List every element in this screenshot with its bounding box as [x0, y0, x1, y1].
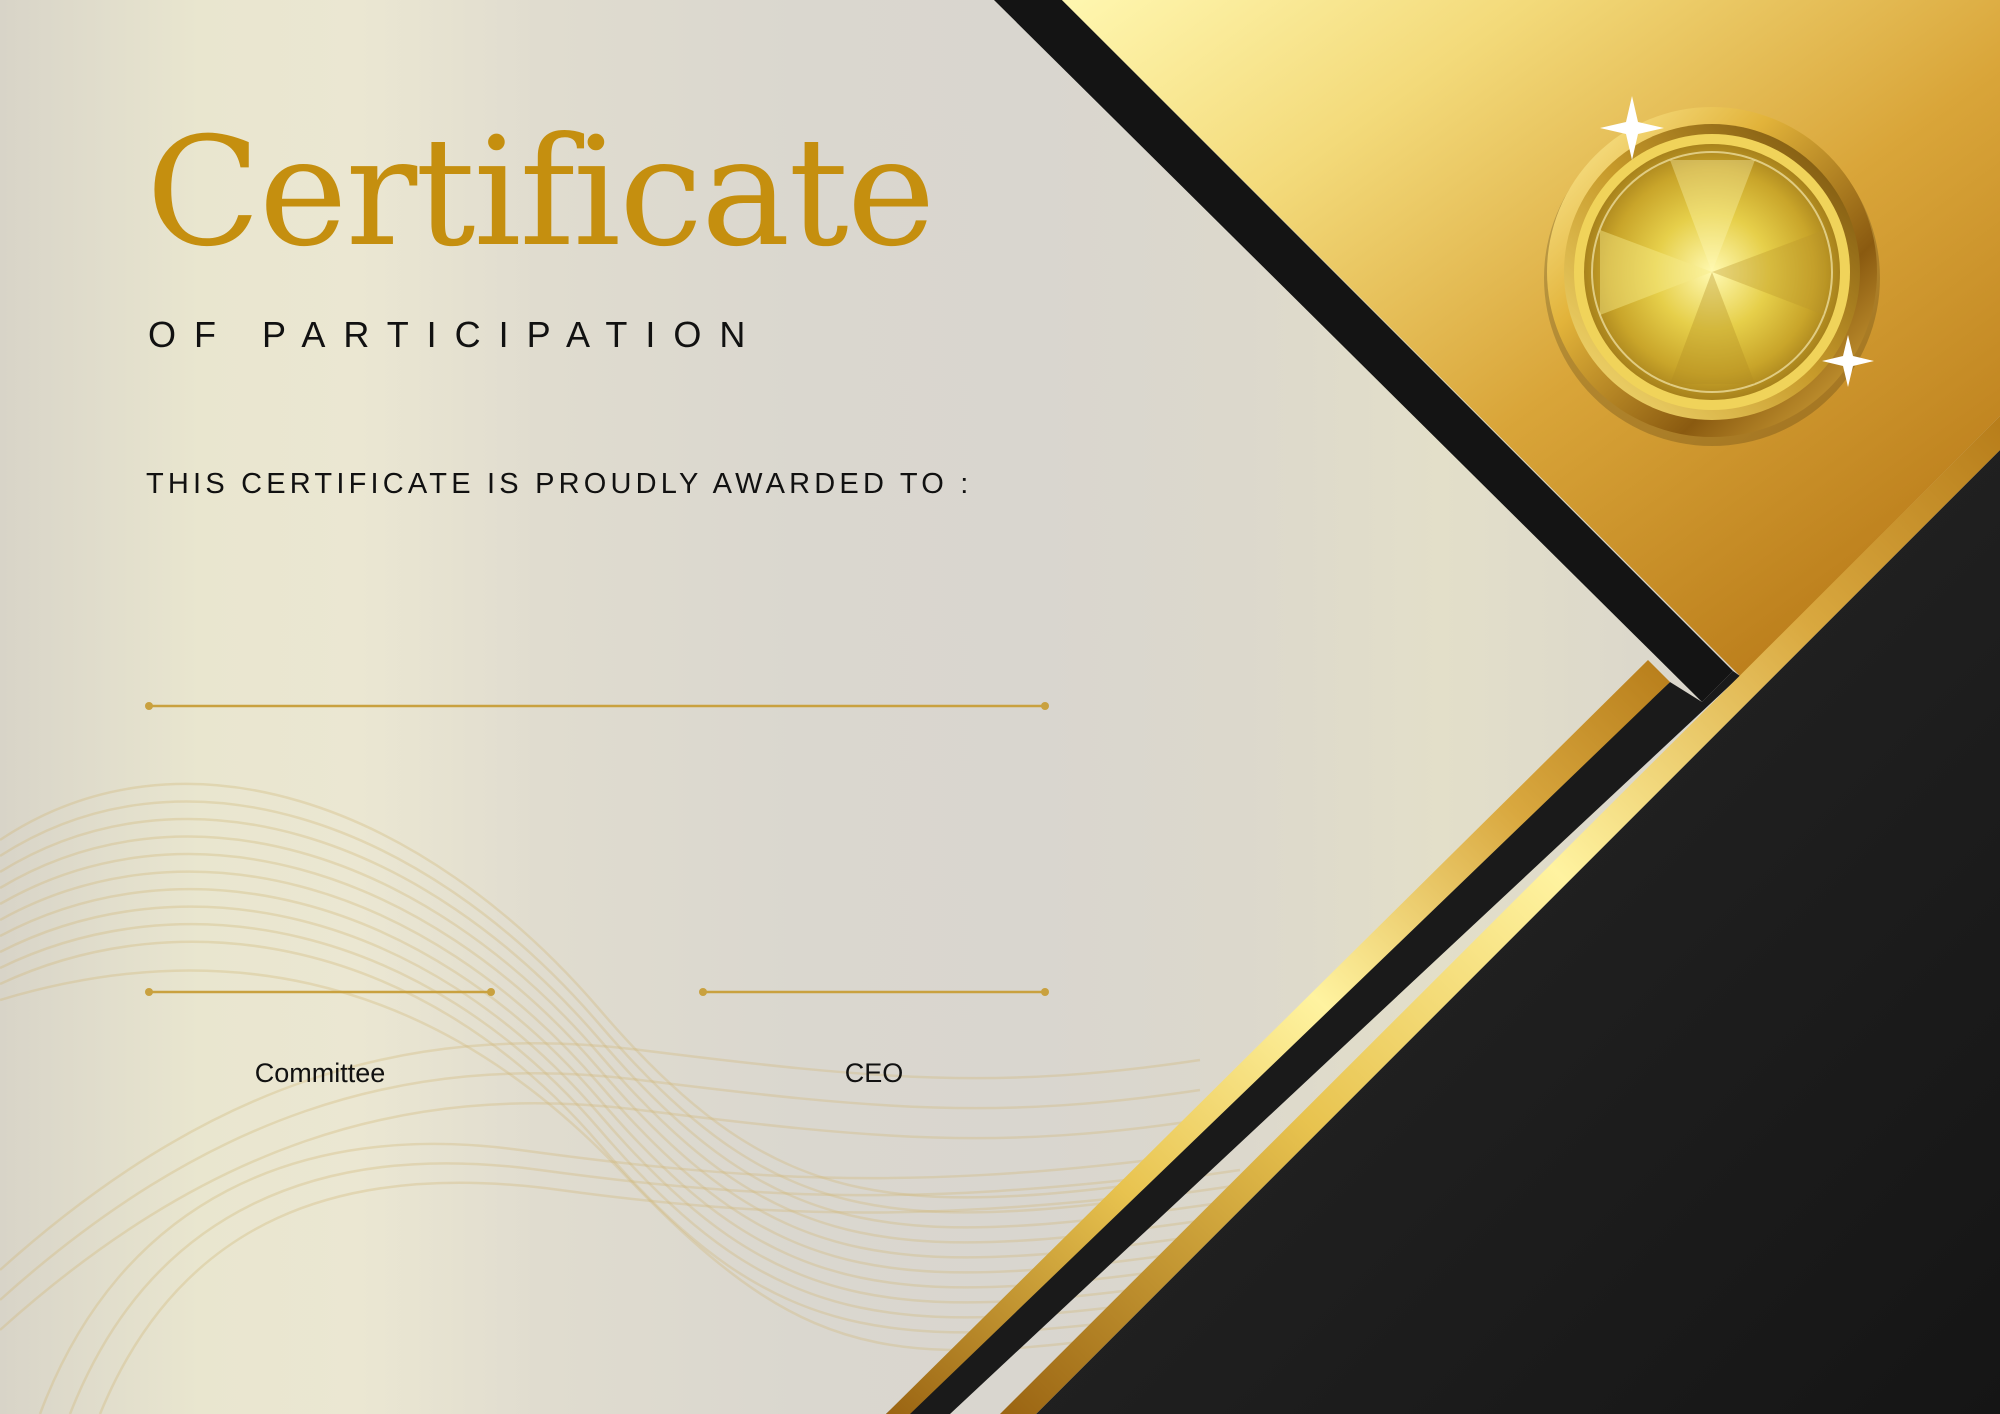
recipient-name-line — [145, 702, 1049, 710]
ceo-signature-label: CEO — [844, 1058, 904, 1088]
ceo-signature-line — [699, 988, 1049, 996]
gold-medal-seal-icon — [1544, 107, 1880, 446]
certificate-canvas: Certificate OF PARTICIPATION THIS CERTIF… — [0, 0, 2000, 1414]
wave-lines-decoration — [0, 782, 1241, 1414]
awarded-to-text: THIS CERTIFICATE IS PROUDLY AWARDED TO : — [146, 468, 973, 500]
committee-signature-label: Committee — [254, 1058, 386, 1088]
certificate-subtitle: OF PARTICIPATION — [148, 314, 764, 355]
certificate-title: Certificate — [146, 106, 935, 280]
